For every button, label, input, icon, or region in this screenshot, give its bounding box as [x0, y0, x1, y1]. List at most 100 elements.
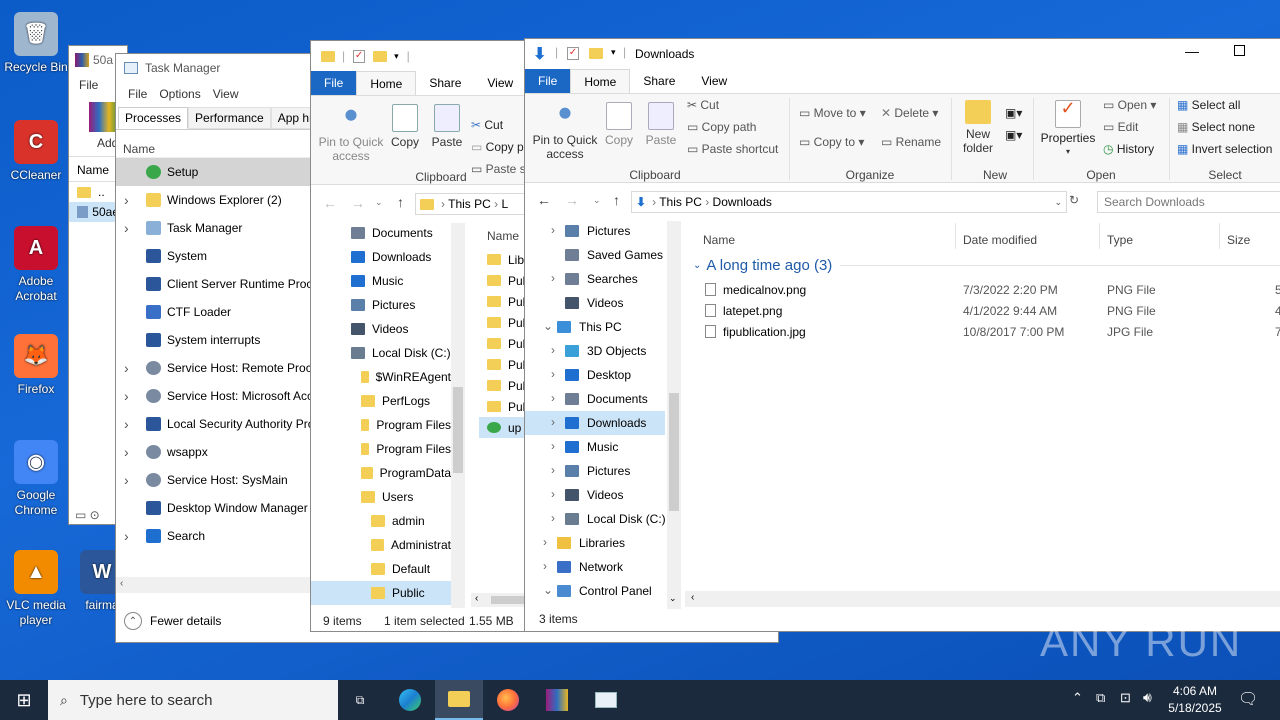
nav-item-programdata[interactable]: ProgramData [311, 461, 451, 485]
chevron-right-icon[interactable]: › [551, 415, 555, 429]
cut-button[interactable]: ✂ Cut [687, 98, 719, 112]
forward-arrow-icon[interactable]: → [351, 195, 365, 211]
nav-item-saved-games[interactable]: Saved Games [525, 243, 665, 267]
copy-button[interactable]: Copy [601, 102, 637, 147]
nav-item-admin[interactable]: admin [311, 509, 451, 533]
select-none-button[interactable]: ▦ Select none [1177, 120, 1255, 134]
chevron-right-icon[interactable]: › [551, 511, 555, 525]
pin-quick-access-button[interactable]: Pin to Quick access [315, 104, 387, 163]
file-row[interactable]: medicalnov.png 7/3/2022 2:20 PM PNG File 5 [685, 279, 1280, 300]
nav-item-music[interactable]: Music [311, 269, 451, 293]
ribbon-tab-file[interactable]: File [311, 71, 357, 95]
tab-processes[interactable]: Processes [118, 107, 189, 129]
chevron-right-icon[interactable]: › [124, 528, 129, 544]
explorer2-hscroll[interactable]: ‹ [685, 591, 1280, 607]
forward-arrow-icon[interactable]: → [565, 192, 579, 208]
ribbon-tab-share[interactable]: Share [416, 71, 474, 95]
column-divider[interactable] [955, 223, 956, 249]
new-folder-button[interactable]: New folder [957, 100, 999, 155]
nav-item-pictures[interactable]: › Pictures [525, 459, 665, 483]
desktop-icon-firefox[interactable]: 🦊 Firefox [0, 330, 72, 397]
nav-item-documents[interactable]: › Documents [525, 387, 665, 411]
desktop-icon-ccleaner[interactable]: C CCleaner [0, 116, 72, 183]
edit-button[interactable]: ▭ Edit [1103, 120, 1138, 134]
nav-item-documents[interactable]: Documents [311, 221, 451, 245]
nav-item-searches[interactable]: › Searches [525, 267, 665, 291]
nav-item-perflogs[interactable]: PerfLogs [311, 389, 451, 413]
chevron-right-icon[interactable]: › [124, 472, 129, 488]
nav-item--winreagent[interactable]: $WinREAgent [311, 365, 451, 389]
chevron-right-icon[interactable]: › [124, 388, 129, 404]
notifications-icon[interactable]: 🗨︎ [1238, 689, 1258, 709]
search-downloads-input[interactable]: Search Downloads [1097, 191, 1280, 213]
nav-item-videos[interactable]: Videos [525, 291, 665, 315]
chevron-right-icon[interactable]: › [124, 192, 129, 208]
start-button[interactable]: ⊞ [0, 680, 48, 720]
ribbon-tab-home[interactable]: Home [570, 69, 631, 93]
taskbar-task-manager[interactable] [582, 680, 630, 720]
recent-dropdown-icon[interactable]: ⌄ [593, 195, 601, 206]
paste-shortcut-button[interactable]: ▭ Paste shortcut [687, 142, 778, 156]
up-arrow-icon[interactable]: ↑ [397, 194, 404, 210]
taskbar-firefox[interactable] [484, 680, 532, 720]
chevron-right-icon[interactable]: › [551, 223, 555, 237]
desktop-icon-recycle-bin[interactable]: 🗑 Recycle Bin [0, 8, 72, 75]
task-view-button[interactable]: ⧉ [336, 680, 384, 720]
column-header-name[interactable]: Name [703, 233, 735, 247]
back-arrow-icon[interactable]: ← [537, 192, 551, 208]
chevron-up-icon[interactable]: ⌃ [1072, 690, 1083, 706]
chevron-right-icon[interactable]: › [543, 559, 547, 573]
ribbon-tab-view[interactable]: View [688, 69, 740, 93]
menu-file[interactable]: File [122, 87, 153, 101]
nav-item-local-disk-c-[interactable]: › Local Disk (C:) [525, 507, 665, 531]
chevron-right-icon[interactable]: › [551, 271, 555, 285]
chevron-down-icon[interactable]: ⌄ [543, 319, 553, 333]
copy-path-button[interactable]: ▭ Copy p [471, 140, 524, 154]
desktop-icon-google-chrome[interactable]: ◉ Google Chrome [0, 436, 72, 518]
desktop-icon-vlc-media-player[interactable]: ▲ VLC media player [0, 546, 72, 628]
fewer-details-button[interactable]: ⌃ Fewer details [124, 610, 221, 632]
paste-button[interactable]: Paste [429, 104, 465, 149]
maximize-button[interactable] [1234, 45, 1245, 56]
open-button[interactable]: ▭ Open ▾ [1103, 98, 1156, 112]
taskmgr-col-name[interactable]: Name [123, 142, 155, 156]
clock[interactable]: 4:06 AM 5/18/2025 [1160, 683, 1230, 717]
chevron-right-icon[interactable]: › [551, 367, 555, 381]
up-arrow-icon[interactable]: ↑ [613, 192, 620, 208]
nav-item-users[interactable]: Users [311, 485, 451, 509]
chevron-right-icon[interactable]: › [551, 343, 555, 357]
nav-item-music[interactable]: › Music [525, 435, 665, 459]
taskbar-winrar[interactable] [533, 680, 581, 720]
menu-view[interactable]: View [207, 87, 245, 101]
move-to-button[interactable]: ▭ Move to ▾ [799, 106, 866, 120]
copy-button[interactable]: Copy [387, 104, 423, 149]
column-header-size[interactable]: Size [1227, 233, 1250, 247]
nav-item-network[interactable]: › Network [525, 555, 665, 579]
minimize-button[interactable]: — [1185, 43, 1199, 59]
explorer2-path[interactable]: ⬇ › This PC › Downloads ⌄ [631, 191, 1067, 213]
nav-item-control-panel[interactable]: ⌄ Control Panel [525, 579, 665, 603]
nav-item-this-pc[interactable]: ⌄ This PC [525, 315, 665, 339]
ribbon-tab-view[interactable]: View [474, 71, 526, 95]
explorer2-nav-scroll[interactable]: ⌄ [667, 221, 681, 609]
recent-dropdown-icon[interactable]: ⌄ [375, 197, 383, 208]
chevron-right-icon[interactable]: › [543, 535, 547, 549]
nav-item-videos[interactable]: Videos [311, 317, 451, 341]
chevron-right-icon[interactable]: › [124, 220, 129, 236]
menu-options[interactable]: Options [153, 87, 206, 101]
nav-item-desktop[interactable]: › Desktop [525, 363, 665, 387]
nav-item-program-files[interactable]: Program Files [311, 437, 451, 461]
explorer1-nav-scroll[interactable] [451, 223, 465, 608]
nav-item-libraries[interactable]: › Libraries [525, 531, 665, 555]
chevron-right-icon[interactable]: › [551, 439, 555, 453]
chevron-down-icon[interactable]: ⌄ [543, 583, 553, 597]
file-group-header[interactable]: ⌄ A long time ago (3) [693, 257, 1280, 274]
cut-button[interactable]: ✂ Cut [471, 118, 503, 132]
nav-item-administrat[interactable]: Administrat [311, 533, 451, 557]
copy-to-button[interactable]: ▭ Copy to ▾ [799, 135, 864, 149]
chevron-right-icon[interactable]: › [124, 416, 129, 432]
taskbar-file-explorer[interactable] [435, 680, 483, 720]
chevron-right-icon[interactable]: › [124, 360, 129, 376]
speaker-icon[interactable]: 🔊︎ [1143, 689, 1152, 706]
copy-path-button[interactable]: ▭ Copy path [687, 120, 756, 134]
